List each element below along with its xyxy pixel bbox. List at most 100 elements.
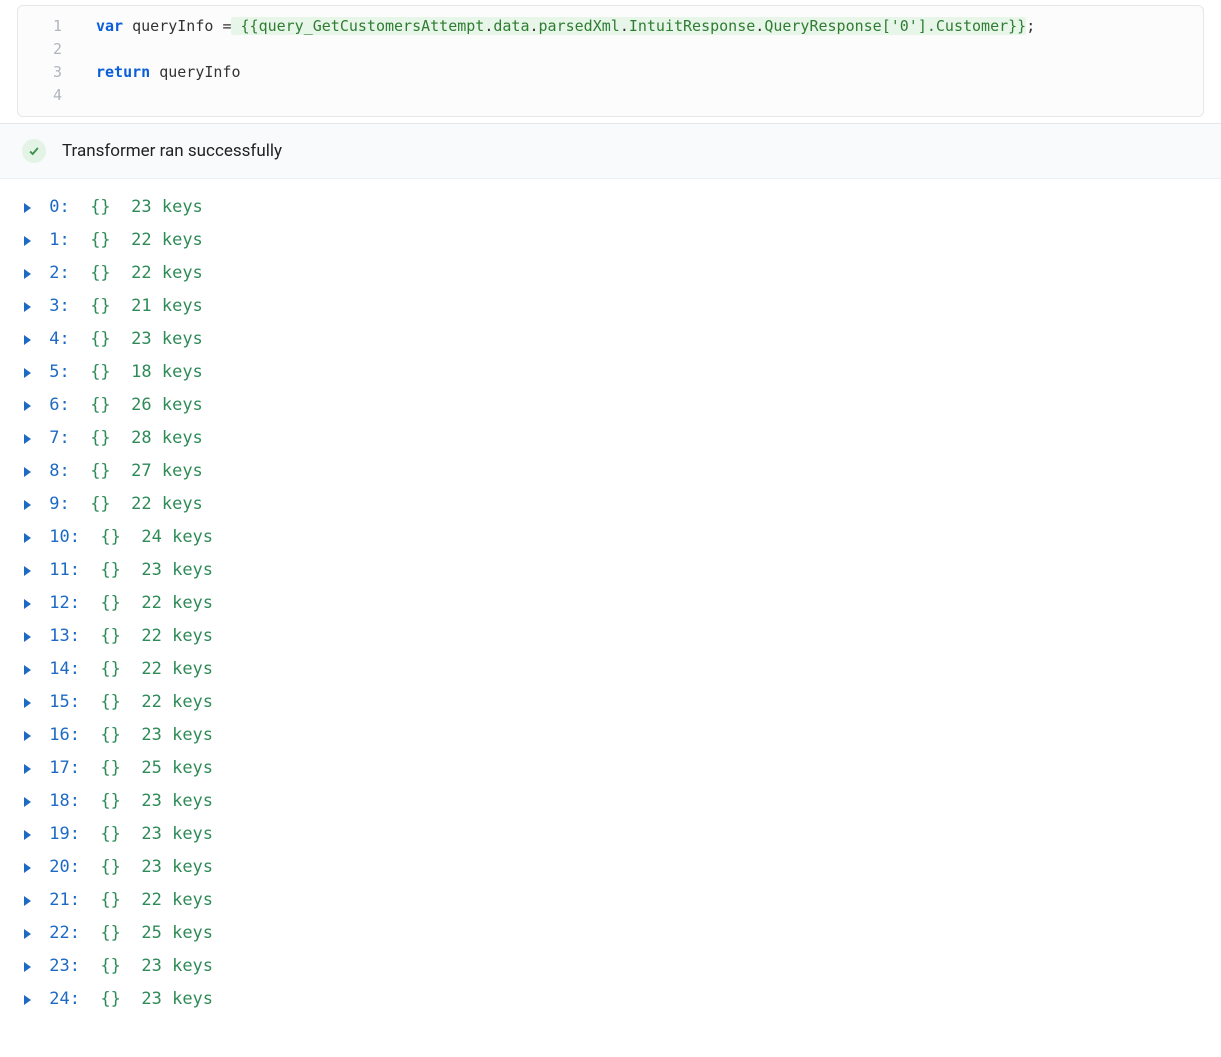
result-index: 12: <box>39 587 80 620</box>
key-count: 22 keys <box>111 224 203 257</box>
result-row[interactable]: 17: {} 25 keys <box>24 752 1197 785</box>
code-line-4[interactable] <box>96 84 1193 107</box>
result-row[interactable]: 1: {} 22 keys <box>24 224 1197 257</box>
result-row[interactable]: 22: {} 25 keys <box>24 917 1197 950</box>
result-row[interactable]: 20: {} 23 keys <box>24 851 1197 884</box>
key-count: 25 keys <box>121 917 213 950</box>
expand-triangle-icon[interactable] <box>24 401 31 411</box>
object-braces: {} <box>80 983 121 1016</box>
result-row[interactable]: 19: {} 23 keys <box>24 818 1197 851</box>
result-index: 18: <box>39 785 80 818</box>
result-index: 2: <box>39 257 70 290</box>
code-content[interactable]: var queryInfo = {{query_GetCustomersAtte… <box>76 11 1203 111</box>
result-row[interactable]: 4: {} 23 keys <box>24 323 1197 356</box>
expand-triangle-icon[interactable] <box>24 302 31 312</box>
expand-triangle-icon[interactable] <box>24 632 31 642</box>
result-row[interactable]: 12: {} 22 keys <box>24 587 1197 620</box>
result-row[interactable]: 14: {} 22 keys <box>24 653 1197 686</box>
result-index: 15: <box>39 686 80 719</box>
code-line-3[interactable]: return queryInfo <box>96 61 1193 84</box>
expand-triangle-icon[interactable] <box>24 797 31 807</box>
expand-triangle-icon[interactable] <box>24 236 31 246</box>
status-bar: Transformer ran successfully <box>0 124 1221 179</box>
object-braces: {} <box>80 653 121 686</box>
code-area[interactable]: 1 2 3 4 var queryInfo = {{query_GetCusto… <box>18 6 1203 116</box>
object-braces: {} <box>80 719 121 752</box>
result-row[interactable]: 2: {} 22 keys <box>24 257 1197 290</box>
result-index: 21: <box>39 884 80 917</box>
code-line-2[interactable] <box>96 38 1193 61</box>
expand-triangle-icon[interactable] <box>24 896 31 906</box>
result-row[interactable]: 3: {} 21 keys <box>24 290 1197 323</box>
expand-triangle-icon[interactable] <box>24 995 31 1005</box>
expand-triangle-icon[interactable] <box>24 764 31 774</box>
expand-triangle-icon[interactable] <box>24 269 31 279</box>
expand-triangle-icon[interactable] <box>24 698 31 708</box>
result-index: 20: <box>39 851 80 884</box>
key-count: 23 keys <box>121 785 213 818</box>
code-line-1[interactable]: var queryInfo = {{query_GetCustomersAtte… <box>96 15 1193 38</box>
result-row[interactable]: 23: {} 23 keys <box>24 950 1197 983</box>
key-count: 23 keys <box>121 818 213 851</box>
identifier: queryInfo <box>150 63 240 81</box>
result-index: 19: <box>39 818 80 851</box>
key-count: 21 keys <box>111 290 203 323</box>
key-count: 26 keys <box>111 389 203 422</box>
result-row[interactable]: 15: {} 22 keys <box>24 686 1197 719</box>
expand-triangle-icon[interactable] <box>24 467 31 477</box>
key-count: 24 keys <box>121 521 213 554</box>
result-row[interactable]: 8: {} 27 keys <box>24 455 1197 488</box>
expand-triangle-icon[interactable] <box>24 929 31 939</box>
expand-triangle-icon[interactable] <box>24 335 31 345</box>
key-count: 22 keys <box>121 587 213 620</box>
expand-triangle-icon[interactable] <box>24 665 31 675</box>
result-index: 9: <box>39 488 70 521</box>
object-braces: {} <box>70 488 111 521</box>
key-count: 22 keys <box>121 620 213 653</box>
expand-triangle-icon[interactable] <box>24 599 31 609</box>
object-braces: {} <box>80 950 121 983</box>
object-braces: {} <box>80 752 121 785</box>
result-row[interactable]: 21: {} 22 keys <box>24 884 1197 917</box>
object-braces: {} <box>70 389 111 422</box>
expand-triangle-icon[interactable] <box>24 368 31 378</box>
result-row[interactable]: 6: {} 26 keys <box>24 389 1197 422</box>
object-braces: {} <box>80 917 121 950</box>
object-braces: {} <box>70 290 111 323</box>
key-count: 25 keys <box>121 752 213 785</box>
key-count: 23 keys <box>121 719 213 752</box>
result-row[interactable]: 13: {} 22 keys <box>24 620 1197 653</box>
result-row[interactable]: 7: {} 28 keys <box>24 422 1197 455</box>
result-index: 7: <box>39 422 70 455</box>
result-row[interactable]: 10: {} 24 keys <box>24 521 1197 554</box>
expand-triangle-icon[interactable] <box>24 533 31 543</box>
result-row[interactable]: 24: {} 23 keys <box>24 983 1197 1016</box>
result-row[interactable]: 11: {} 23 keys <box>24 554 1197 587</box>
result-index: 3: <box>39 290 70 323</box>
expand-triangle-icon[interactable] <box>24 566 31 576</box>
result-row[interactable]: 18: {} 23 keys <box>24 785 1197 818</box>
result-row[interactable]: 9: {} 22 keys <box>24 488 1197 521</box>
expand-triangle-icon[interactable] <box>24 863 31 873</box>
object-braces: {} <box>70 455 111 488</box>
object-braces: {} <box>80 851 121 884</box>
key-count: 22 keys <box>111 257 203 290</box>
result-index: 6: <box>39 389 70 422</box>
result-index: 23: <box>39 950 80 983</box>
result-row[interactable]: 5: {} 18 keys <box>24 356 1197 389</box>
expand-triangle-icon[interactable] <box>24 203 31 213</box>
result-index: 17: <box>39 752 80 785</box>
expand-triangle-icon[interactable] <box>24 962 31 972</box>
key-count: 18 keys <box>111 356 203 389</box>
result-row[interactable]: 16: {} 23 keys <box>24 719 1197 752</box>
expand-triangle-icon[interactable] <box>24 731 31 741</box>
expand-triangle-icon[interactable] <box>24 500 31 510</box>
expand-triangle-icon[interactable] <box>24 830 31 840</box>
object-braces: {} <box>80 785 121 818</box>
result-row[interactable]: 0: {} 23 keys <box>24 191 1197 224</box>
key-count: 28 keys <box>111 422 203 455</box>
result-index: 14: <box>39 653 80 686</box>
result-index: 16: <box>39 719 80 752</box>
result-index: 5: <box>39 356 70 389</box>
expand-triangle-icon[interactable] <box>24 434 31 444</box>
